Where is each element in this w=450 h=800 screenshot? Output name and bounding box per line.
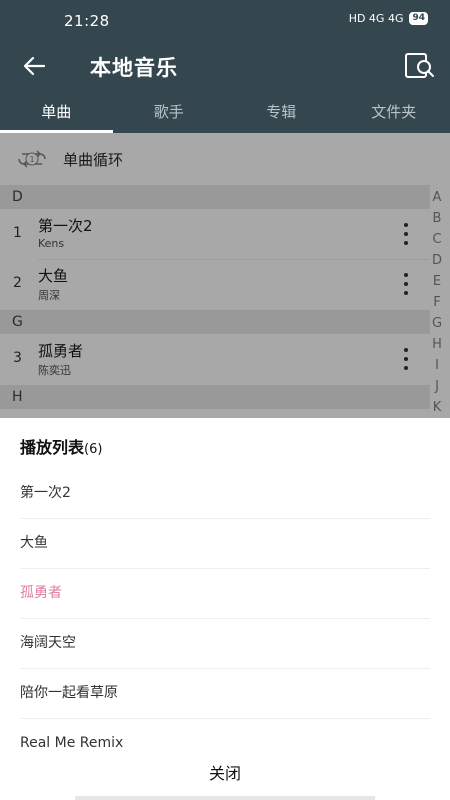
playlist-title-text: 播放列表 [20,438,85,457]
play-mode-row[interactable]: 1 单曲循环 [0,133,450,185]
repeat-one-icon: 1 [18,150,46,168]
section-header-g: G [0,310,430,334]
play-mode-label: 单曲循环 [63,150,124,169]
alphabet-letter[interactable]: H [428,334,446,355]
alphabet-letter[interactable]: E [428,271,446,292]
playlist-title: 播放列表(6) [20,434,102,458]
status-time: 21:28 [64,12,110,30]
page-title: 本地音乐 [90,56,178,80]
playlist-count: (6) [84,442,103,457]
scan-icon [405,53,434,78]
playlist-item[interactable]: 陪你一起看草原 [20,668,430,719]
song-artist: 陈奕迅 [38,364,71,377]
playlist-item[interactable]: 大鱼 [20,518,430,569]
alphabet-index: A B C D E F G H I J K [428,187,446,418]
tab-albums[interactable]: 专辑 [225,96,338,133]
app-header: 21:28 HD 4G 4G 94 本地音乐 单曲 歌手 专辑 文件夹 [0,0,450,133]
alphabet-letter[interactable]: F [428,292,446,313]
song-row[interactable]: 1 第一次2 Kens [0,209,430,259]
alphabet-letter[interactable]: C [428,229,446,250]
playlist-item[interactable]: 海阔天空 [20,618,430,669]
song-number: 3 [13,350,22,366]
tab-folders[interactable]: 文件夹 [338,96,450,133]
song-list: 1 单曲循环 D 1 第一次2 Kens 2 大鱼 周深 G 3 孤勇者 陈奕迅… [0,133,450,418]
more-options-icon[interactable] [398,271,414,297]
alphabet-letter[interactable]: A [428,187,446,208]
song-row[interactable]: 3 孤勇者 陈奕迅 [0,334,430,384]
home-indicator [75,796,375,800]
song-title: 大鱼 [38,267,69,285]
alphabet-letter[interactable]: D [428,250,446,271]
more-options-icon[interactable] [398,346,414,372]
signal-icons: HD 4G 4G [348,12,404,25]
tab-bar: 单曲 歌手 专辑 文件夹 [0,96,450,133]
alphabet-letter[interactable]: K [428,397,446,418]
song-row[interactable]: 2 大鱼 周深 [0,259,430,309]
alphabet-letter[interactable]: B [428,208,446,229]
more-options-icon[interactable] [398,221,414,247]
song-artist: Kens [38,237,65,250]
svg-text:1: 1 [29,155,34,164]
song-title: 孤勇者 [38,342,84,360]
playlist-item-current[interactable]: 孤勇者 [20,568,430,619]
alphabet-letter[interactable]: G [428,313,446,334]
section-header-h: H [0,385,430,409]
battery-icon: 94 [409,12,428,25]
arrow-left-icon [23,56,46,76]
song-number: 2 [13,275,22,291]
section-header-d: D [0,185,430,209]
close-button[interactable]: 关闭 [0,756,450,792]
tab-songs[interactable]: 单曲 [0,96,113,133]
status-icons: HD 4G 4G 94 [349,12,428,25]
song-number: 1 [13,225,22,241]
song-title: 第一次2 [38,217,93,235]
alphabet-letter[interactable]: I [428,355,446,376]
scan-button[interactable] [402,51,436,81]
playlist-item[interactable]: 第一次2 [20,468,430,519]
playlist-sheet: 播放列表(6) 第一次2 大鱼 孤勇者 海阔天空 陪你一起看草原 Real Me… [0,418,450,800]
song-artist: 周深 [38,289,60,302]
tab-artists[interactable]: 歌手 [113,96,226,133]
back-button[interactable] [20,52,52,80]
alphabet-letter[interactable]: J [428,376,446,397]
